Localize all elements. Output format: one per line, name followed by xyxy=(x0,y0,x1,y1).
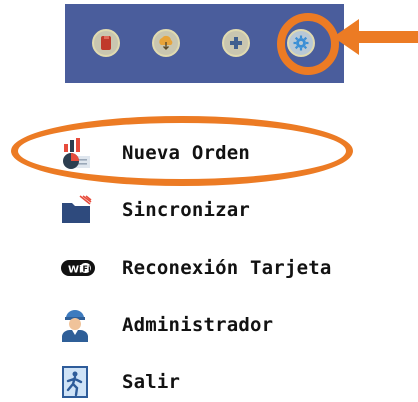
worker-icon xyxy=(60,305,100,345)
settings-highlight-circle xyxy=(277,13,339,75)
svg-text:Fi: Fi xyxy=(83,265,91,274)
wifi-icon: Wi Fi xyxy=(60,248,100,288)
cloud-sync-button[interactable] xyxy=(152,29,180,57)
document-button[interactable] xyxy=(92,29,120,57)
menu-item-reconexion-tarjeta[interactable]: Wi Fi Reconexión Tarjeta xyxy=(60,248,380,288)
menu-item-sincronizar[interactable]: Sincronizar xyxy=(60,190,380,230)
menu-item-label: Sincronizar xyxy=(122,199,251,221)
cloud-sync-icon xyxy=(159,35,173,50)
plus-icon xyxy=(230,37,242,49)
menu-item-label: Administrador xyxy=(122,314,274,336)
document-icon xyxy=(101,36,111,50)
svg-text:Wi: Wi xyxy=(68,265,82,276)
folder-icon xyxy=(60,190,100,230)
menu-item-label: Salir xyxy=(122,371,181,393)
menu-item-nueva-orden[interactable]: Nueva Orden xyxy=(60,133,380,173)
pointer-arrow-icon xyxy=(333,19,418,55)
menu-item-administrador[interactable]: Administrador xyxy=(60,305,380,345)
exit-door-icon xyxy=(60,362,100,402)
menu-item-label: Nueva Orden xyxy=(122,142,251,164)
chart-report-icon xyxy=(60,133,100,173)
menu-item-salir[interactable]: Salir xyxy=(60,362,380,402)
menu-item-label: Reconexión Tarjeta xyxy=(122,257,332,279)
add-button[interactable] xyxy=(222,29,250,57)
